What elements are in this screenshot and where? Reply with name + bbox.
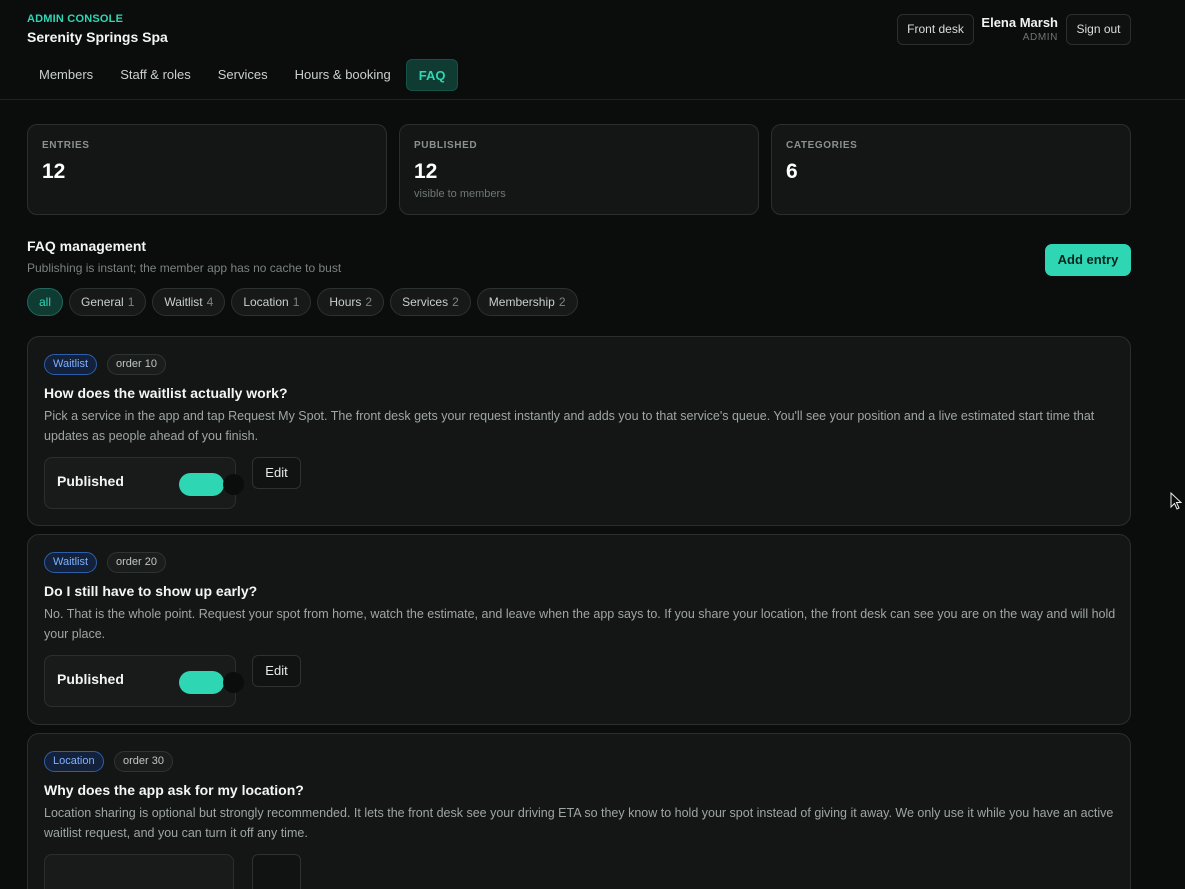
filter-label: Services — [402, 295, 449, 309]
filter-chip-services[interactable]: Services 2 — [390, 288, 471, 316]
stat-label: ENTRIES — [42, 140, 90, 151]
section-subtitle: Publishing is instant; the member app ha… — [27, 261, 342, 275]
filter-count: 2 — [365, 295, 373, 309]
filter-count: 1 — [127, 295, 135, 309]
category-filters: all General 1 Waitlist 4 Location 1 Hours 2 … — [27, 288, 584, 316]
stat-label: PUBLISHED — [414, 140, 478, 151]
user-role: ADMIN — [1022, 32, 1058, 43]
published-toggle[interactable] — [179, 671, 244, 694]
filter-count: 2 — [452, 295, 459, 309]
org-name: Serenity Springs Spa — [27, 29, 168, 45]
tab-members[interactable]: Members — [27, 59, 105, 91]
edit-button[interactable]: Edit — [252, 457, 301, 489]
faq-question: Why does the app ask for my location? — [44, 782, 304, 798]
order-tag: order 20 — [107, 552, 166, 573]
tab-faq[interactable]: FAQ — [405, 59, 459, 91]
tab-hours-booking[interactable]: Hours & booking — [283, 59, 403, 91]
edit-button[interactable]: Edit — [252, 655, 301, 687]
filter-label: Membership — [488, 295, 555, 309]
section-title: FAQ management — [27, 238, 147, 254]
filter-chip-waitlist[interactable]: Waitlist 4 — [152, 288, 226, 316]
filter-count: 1 — [292, 295, 300, 309]
filter-chip-location[interactable]: Location 1 — [231, 288, 312, 316]
console-eyebrow: ADMIN CONSOLE — [27, 13, 124, 25]
filter-label: all — [39, 295, 52, 309]
faq-answer: No. That is the whole point. Request you… — [44, 607, 1116, 641]
published-label: Published — [57, 671, 124, 687]
stat-label: CATEGORIES — [786, 140, 858, 151]
stat-card-categories: CATEGORIES 6 — [771, 124, 1131, 215]
faq-question: Do I still have to show up early? — [44, 583, 258, 599]
toggle-knob — [223, 474, 244, 495]
faq-card: Waitlist order 10 How does the waitlist … — [27, 336, 1131, 526]
order-tag: order 10 — [107, 354, 166, 375]
faq-question: How does the waitlist actually work? — [44, 385, 288, 401]
user-name: Elena Marsh — [981, 15, 1058, 30]
edit-button[interactable] — [252, 854, 301, 889]
stat-value: 6 — [786, 160, 798, 183]
stat-subtext: visible to members — [414, 188, 506, 200]
stat-card-published: PUBLISHED 12 visible to members — [399, 124, 759, 215]
main-nav: Members Staff & roles Services Hours & b… — [27, 59, 461, 91]
faq-card: Waitlist order 20 Do I still have to sho… — [27, 534, 1131, 725]
top-bar: ADMIN CONSOLE Serenity Springs Spa Membe… — [0, 0, 1185, 100]
filter-label: Waitlist — [164, 295, 203, 309]
add-entry-button[interactable]: Add entry — [1045, 244, 1131, 276]
faq-card: Location order 30 Why does the app ask f… — [27, 733, 1131, 889]
filter-chip-hours[interactable]: Hours 2 — [317, 288, 385, 316]
mouse-cursor-icon — [1170, 492, 1182, 510]
published-toggle[interactable] — [179, 473, 244, 496]
faq-answer: Location sharing is optional but strongl… — [44, 806, 1114, 840]
publish-control — [44, 854, 234, 889]
stat-value: 12 — [42, 160, 66, 183]
filter-label: General — [81, 295, 124, 309]
filter-chip-general[interactable]: General 1 — [69, 288, 147, 316]
toggle-knob — [223, 672, 244, 693]
category-tag: Location — [44, 751, 104, 772]
published-label: Published — [57, 473, 124, 489]
filter-count: 4 — [206, 295, 214, 309]
sign-out-button[interactable]: Sign out — [1066, 14, 1131, 45]
order-tag: order 30 — [114, 751, 173, 772]
filter-chip-all[interactable]: all — [27, 288, 64, 316]
filter-label: Hours — [329, 295, 362, 309]
publish-control: Published — [44, 655, 244, 707]
stat-value: 12 — [414, 160, 438, 183]
tab-staff-roles[interactable]: Staff & roles — [108, 59, 203, 91]
faq-answer: Pick a service in the app and tap Reques… — [44, 409, 1095, 443]
filter-chip-membership[interactable]: Membership 2 — [476, 288, 578, 316]
publish-control: Published — [44, 457, 244, 509]
stat-card-entries: ENTRIES 12 — [27, 124, 387, 215]
filter-count: 2 — [558, 295, 566, 309]
category-tag: Waitlist — [44, 552, 98, 573]
tab-services[interactable]: Services — [206, 59, 280, 91]
filter-label: Location — [243, 295, 289, 309]
category-tag: Waitlist — [44, 354, 98, 375]
